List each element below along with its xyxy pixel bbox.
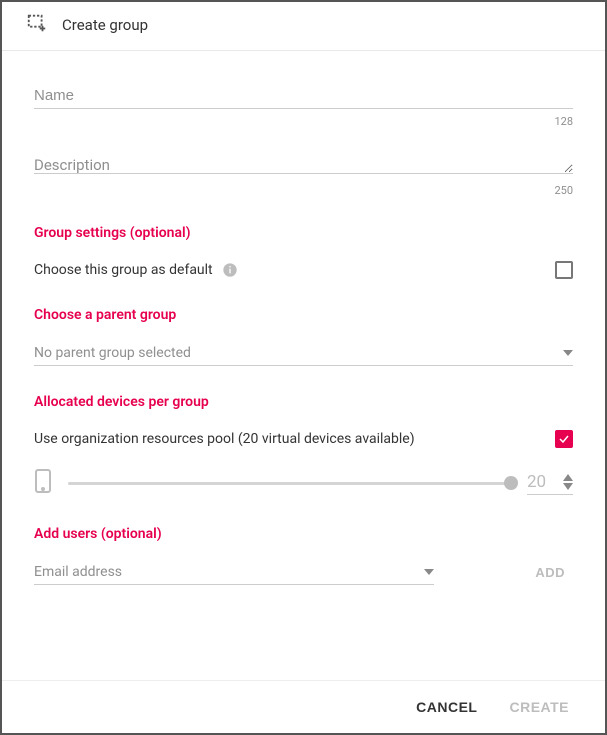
add-users-title: Add users (optional) [34, 526, 573, 542]
allocated-title: Allocated devices per group [34, 394, 573, 410]
device-count: 20 [527, 472, 563, 492]
device-slider[interactable] [68, 473, 511, 493]
default-group-row: Choose this group as default [34, 261, 573, 279]
dialog-footer: CANCEL CREATE [2, 680, 605, 733]
email-select[interactable]: Email address [34, 560, 434, 585]
description-counter: 250 [34, 184, 573, 197]
dialog-title: Create group [62, 16, 148, 34]
chevron-down-icon [563, 350, 573, 356]
slider-track [68, 482, 511, 485]
parent-group-select[interactable]: No parent group selected [34, 341, 573, 366]
parent-group-placeholder: No parent group selected [34, 345, 191, 361]
device-icon [34, 468, 52, 498]
slider-row: 20 [34, 468, 573, 498]
dialog-header: Create group [2, 2, 605, 51]
description-field-wrapper: 250 [34, 152, 573, 197]
pool-label: Use organization resources pool (20 virt… [34, 431, 415, 447]
cancel-button[interactable]: CANCEL [416, 699, 477, 715]
create-group-dialog: Create group 128 250 Group settings (opt… [2, 2, 605, 733]
slider-thumb[interactable] [504, 476, 518, 490]
default-group-label: Choose this group as default [34, 262, 213, 278]
description-input[interactable] [34, 152, 573, 174]
email-row: Email address ADD [34, 560, 573, 585]
chevron-down-icon [424, 569, 434, 575]
name-field-wrapper: 128 [34, 83, 573, 128]
create-button[interactable]: CREATE [509, 699, 569, 715]
pool-checkbox[interactable] [555, 430, 573, 448]
info-icon[interactable] [222, 262, 238, 278]
stepper-arrows [563, 474, 573, 490]
default-group-checkbox[interactable] [555, 261, 573, 279]
email-placeholder: Email address [34, 564, 122, 580]
dialog-body: 128 250 Group settings (optional) Choose… [2, 51, 605, 680]
default-group-label-wrapper: Choose this group as default [34, 262, 238, 278]
stepper-down[interactable] [563, 483, 573, 490]
pool-row: Use organization resources pool (20 virt… [34, 430, 573, 448]
create-group-icon [26, 12, 48, 38]
device-stepper: 20 [527, 472, 573, 495]
parent-group-title: Choose a parent group [34, 307, 573, 323]
stepper-up[interactable] [563, 474, 573, 481]
name-counter: 128 [34, 115, 573, 128]
name-input[interactable] [34, 83, 573, 109]
group-settings-title: Group settings (optional) [34, 225, 573, 241]
add-button[interactable]: ADD [535, 565, 565, 580]
